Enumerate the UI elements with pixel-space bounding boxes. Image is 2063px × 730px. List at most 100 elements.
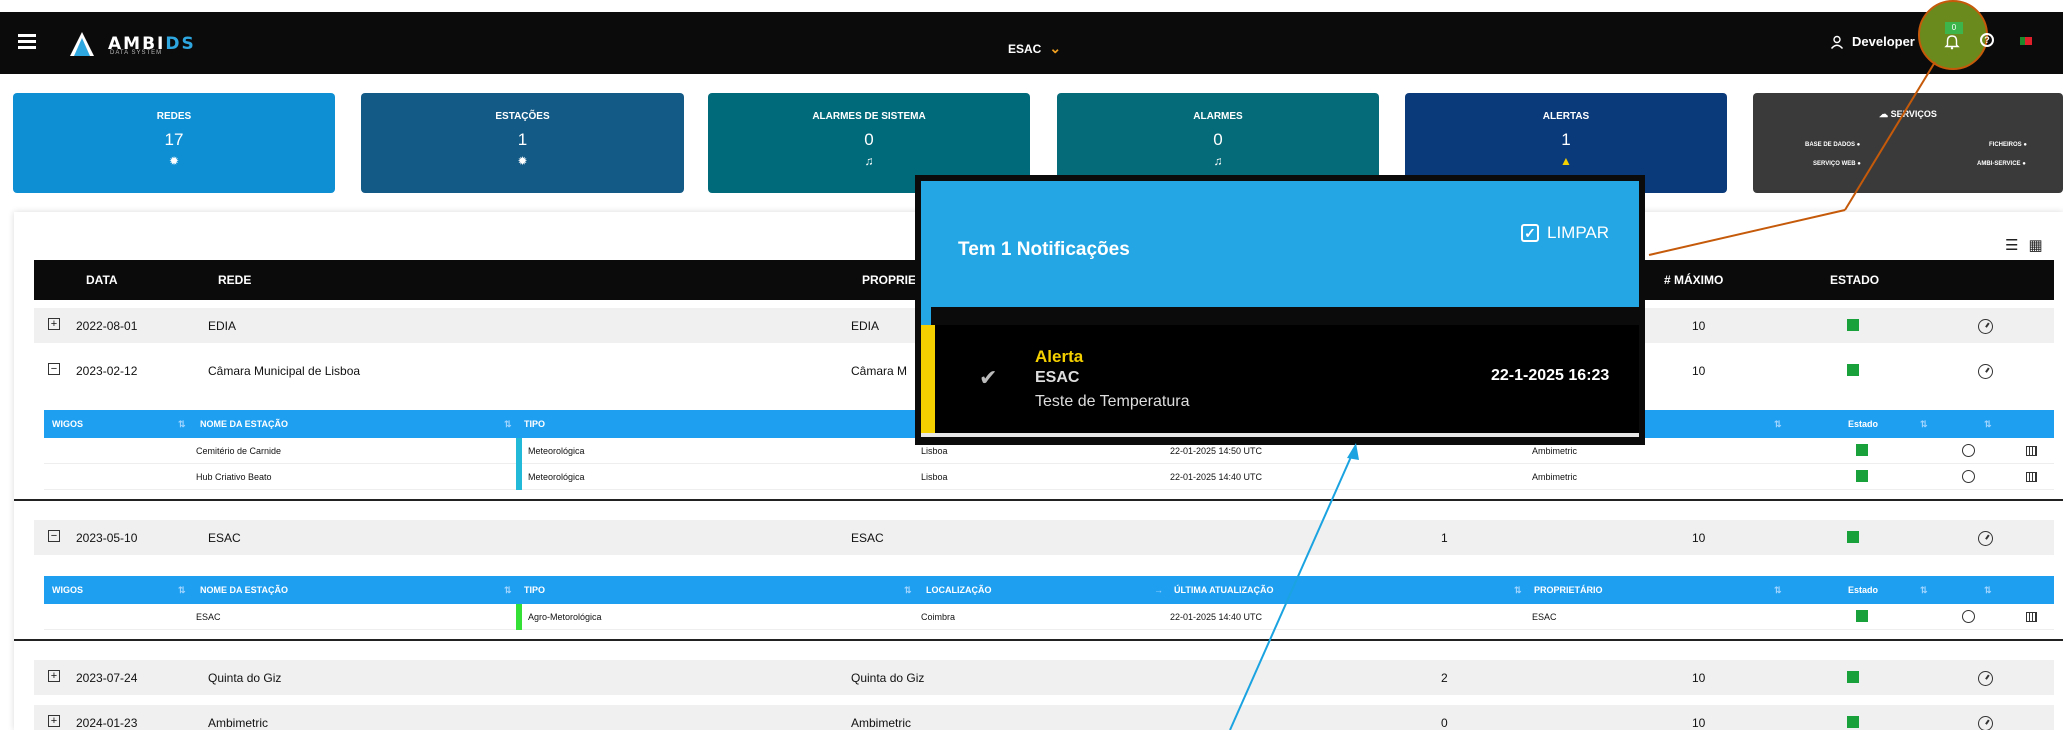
sort-icon[interactable]: ⇅: [1774, 419, 1782, 430]
grid-view-icon[interactable]: ▦: [2028, 236, 2042, 254]
subcol-wigos[interactable]: WIGOS: [52, 419, 83, 429]
subcol-wigos[interactable]: WIGOS: [52, 585, 83, 595]
sort-icon[interactable]: ⇅: [1774, 585, 1782, 596]
notification-station: ESAC: [1035, 369, 1080, 386]
col-date[interactable]: DATA: [86, 273, 118, 287]
gauge-icon[interactable]: [1978, 319, 1993, 334]
sort-icon[interactable]: ⇅: [504, 585, 512, 596]
sort-icon[interactable]: ⇅: [504, 419, 512, 430]
sort-icon[interactable]: ⇅: [1920, 419, 1928, 430]
subcol-state[interactable]: Estado: [1848, 419, 1878, 429]
table-icon[interactable]: [2026, 612, 2037, 622]
col-state[interactable]: ESTADO: [1830, 273, 1879, 287]
table-icon[interactable]: [2026, 472, 2037, 482]
sort-icon[interactable]: ⇅: [1984, 419, 1992, 430]
user-menu[interactable]: Developer ▼: [1830, 34, 1932, 49]
type-tag: [516, 438, 522, 464]
stations-subtable-header: WIGOS ⇅ NOME DA ESTAÇÃO ⇅ TIPO ⇅ LOCALIZ…: [44, 576, 2054, 604]
subcol-station-name[interactable]: NOME DA ESTAÇÃO: [200, 585, 288, 595]
col-owner[interactable]: PROPRIE: [862, 273, 916, 287]
gauge-icon[interactable]: [1978, 671, 1993, 686]
subcol-station-name[interactable]: NOME DA ESTAÇÃO: [200, 419, 288, 429]
gauge-icon[interactable]: [1978, 531, 1993, 546]
gear-icon: ✹: [168, 154, 180, 168]
station-owner: Ambimetric: [1532, 446, 1578, 456]
sort-icon[interactable]: ⇅: [178, 585, 186, 596]
sort-icon[interactable]: ⇅: [178, 419, 186, 430]
station-row[interactable]: Hub Criativo Beato Meteorológica Lisboa …: [44, 464, 2054, 490]
type-tag: [516, 604, 522, 630]
row-date: 2023-02-12: [76, 364, 138, 378]
warning-icon: ▲: [1560, 154, 1572, 168]
service-database: BASE DE DADOS ●: [1805, 142, 1861, 148]
sort-icon[interactable]: ⇅: [1514, 585, 1522, 596]
notifications-title: Tem 1 Notificações: [958, 239, 1130, 260]
gauge-icon[interactable]: [1962, 444, 1975, 457]
expand-icon[interactable]: +: [48, 670, 60, 682]
collapse-icon[interactable]: −: [48, 363, 60, 375]
row-network: Câmara Municipal de Lisboa: [208, 364, 361, 378]
row-date: 2023-07-24: [76, 671, 138, 685]
row-owner: Câmara M: [851, 364, 908, 378]
table-row[interactable]: + 2023-07-24 Quinta do Giz Quinta do Giz…: [34, 660, 2054, 695]
logo-mark-icon: [70, 32, 94, 56]
list-view-icon[interactable]: ☰: [2005, 236, 2018, 254]
status-indicator: [1856, 444, 1868, 456]
notification-item[interactable]: ✔ Alerta ESAC Teste de Temperatura 22-1-…: [921, 325, 1639, 433]
check-icon[interactable]: ✔: [979, 365, 997, 391]
sort-icon[interactable]: ⇅: [1920, 585, 1928, 596]
subcol-owner[interactable]: PROPRIETÁRIO: [1534, 585, 1603, 595]
gear-icon: ✹: [517, 154, 528, 168]
table-row[interactable]: − 2023-05-10 ESAC ESAC 1 10: [34, 520, 2054, 555]
card-estacoes-value: 1: [517, 130, 528, 149]
table-row[interactable]: + 2024-01-23 Ambimetric Ambimetric 0 10: [34, 705, 2054, 730]
sort-icon[interactable]: ⇅: [904, 585, 912, 596]
clear-notifications-button[interactable]: ✓ LIMPAR: [1521, 223, 1609, 243]
service-ambi-label: AMBI-SERVICE: [1977, 161, 2021, 167]
card-estacoes[interactable]: ESTAÇÕES 1 ✹: [361, 93, 684, 193]
subcol-location[interactable]: LOCALIZAÇÃO: [926, 585, 992, 595]
portugal-flag-icon[interactable]: [2020, 37, 2032, 45]
row-network: ESAC: [208, 531, 241, 545]
station-type: Agro-Metorológica: [528, 612, 602, 622]
collapse-icon[interactable]: −: [48, 530, 60, 542]
gauge-icon[interactable]: [1962, 610, 1975, 623]
expand-icon[interactable]: +: [48, 715, 60, 727]
table-icon[interactable]: [2026, 446, 2037, 456]
subcol-type[interactable]: TIPO: [524, 419, 545, 429]
hamburger-menu-icon[interactable]: [18, 34, 36, 50]
expand-icon[interactable]: +: [48, 318, 60, 330]
help-icon[interactable]: ?: [1980, 33, 1994, 47]
station-name: ESAC: [196, 612, 221, 622]
sort-icon[interactable]: →: [1154, 585, 1163, 595]
gauge-icon[interactable]: [1978, 716, 1993, 730]
row-date: 2023-05-10: [76, 531, 138, 545]
section-divider: [14, 639, 2063, 641]
station-row[interactable]: ESAC Agro-Metorológica Coimbra 22-01-202…: [44, 604, 2054, 630]
col-max[interactable]: # MÁXIMO: [1664, 273, 1723, 287]
row-count: 1: [1441, 531, 1448, 545]
service-files: FICHEIROS ●: [1989, 142, 2027, 148]
row-count: 0: [1441, 716, 1448, 730]
sort-icon[interactable]: ⇅: [1984, 585, 1992, 596]
subcol-state[interactable]: Estado: [1848, 585, 1878, 595]
card-alarmes-sistema-title: ALARMES DE SISTEMA: [812, 111, 926, 122]
row-network: EDIA: [208, 319, 237, 333]
app-root: AMBIDS DATA SYSTEM ESAC ⌄ Developer ▼ 0 …: [0, 0, 2063, 730]
subcol-last-update[interactable]: ÚLTIMA ATUALIZAÇÃO: [1174, 585, 1273, 595]
station-location: Lisboa: [921, 472, 948, 482]
col-network[interactable]: REDE: [218, 273, 251, 287]
station-selector[interactable]: ESAC ⌄: [1008, 40, 1061, 57]
card-redes[interactable]: REDES 17 ✹: [13, 93, 335, 193]
row-network: Quinta do Giz: [208, 671, 282, 685]
gauge-icon[interactable]: [1978, 364, 1993, 379]
subcol-type[interactable]: TIPO: [524, 585, 545, 595]
clear-label: LIMPAR: [1547, 223, 1610, 242]
bell-icon[interactable]: [1944, 34, 1960, 50]
row-date: 2022-08-01: [76, 319, 138, 333]
station-name: Hub Criativo Beato: [196, 472, 272, 482]
card-servicos[interactable]: ☁ SERVIÇOS BASE DE DADOS ● FICHEIROS ● S…: [1753, 93, 2063, 193]
gauge-icon[interactable]: [1962, 470, 1975, 483]
view-toggle: ☰ ▦: [2005, 236, 2043, 254]
card-alertas-value: 1: [1561, 130, 1571, 149]
